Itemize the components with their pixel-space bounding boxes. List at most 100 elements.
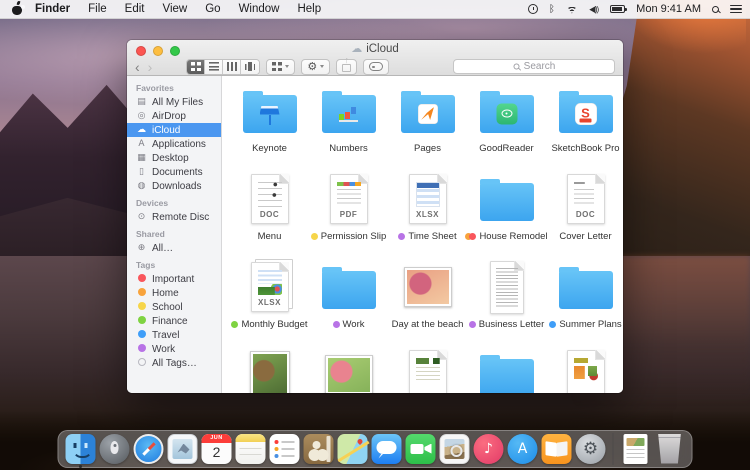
zoom-button[interactable] — [170, 46, 180, 56]
arrange-button[interactable] — [266, 59, 295, 75]
file-time-sheet[interactable]: XLSXTime Sheet — [388, 170, 467, 258]
menu-edit[interactable]: Edit — [116, 0, 154, 19]
sidebar-item-icloud[interactable]: ☁iCloud — [127, 123, 221, 137]
dock-launchpad-icon[interactable] — [100, 434, 130, 464]
menu-window[interactable]: Window — [230, 0, 289, 19]
menu-finder[interactable]: Finder — [33, 0, 79, 19]
bluetooth-icon[interactable]: ᛒ — [549, 4, 555, 15]
spotlight-icon[interactable] — [712, 6, 719, 13]
file-cover-letter[interactable]: DOCCover Letter — [546, 170, 623, 258]
file-icon — [567, 346, 605, 393]
file-day-at-the-beach[interactable]: Day at the beach — [388, 258, 467, 346]
notification-center-icon[interactable] — [730, 5, 742, 14]
folder-icon — [480, 95, 534, 133]
photo-thumbnail — [253, 354, 287, 393]
wifi-icon[interactable] — [566, 5, 578, 14]
time-machine-icon[interactable] — [528, 4, 538, 14]
sidebar-item-label: Downloads — [152, 181, 201, 192]
dock-facetime-icon[interactable] — [406, 434, 436, 464]
menu-go[interactable]: Go — [196, 0, 229, 19]
dock-document-icon[interactable] — [621, 434, 651, 464]
file-house-remodel[interactable]: House Remodel — [467, 170, 546, 258]
dock-mail-icon[interactable] — [168, 434, 198, 464]
window-title: iCloud — [366, 43, 399, 55]
tag-dot-icon — [136, 288, 147, 299]
share-button[interactable] — [336, 59, 357, 75]
tags-button[interactable] — [363, 59, 389, 75]
file-menu[interactable]: DOCMenu — [230, 170, 309, 258]
file-numbers[interactable]: Numbers — [309, 82, 388, 170]
sidebar-item-home[interactable]: Home — [127, 286, 221, 300]
minimize-button[interactable] — [153, 46, 163, 56]
file-item-16[interactable] — [230, 346, 309, 393]
all-my-files-icon: ▤ — [136, 98, 147, 107]
file-item-20[interactable] — [546, 346, 623, 393]
sidebar-item-finance[interactable]: Finance — [127, 314, 221, 328]
file-pages[interactable]: Pages — [388, 82, 467, 170]
sidebar-item-downloads[interactable]: ◍Downloads — [127, 179, 221, 193]
action-button[interactable]: ⚙ — [301, 59, 330, 75]
sidebar-item-all-my-files[interactable]: ▤ All My Files — [127, 95, 221, 109]
file-work[interactable]: Work — [309, 258, 388, 346]
dock-finder-icon[interactable] — [66, 434, 96, 464]
file-permission-slip[interactable]: PDFPermission Slip — [309, 170, 388, 258]
battery-icon[interactable] — [610, 5, 625, 13]
file-monthly-budget[interactable]: XLSXMonthly Budget — [230, 258, 309, 346]
search-input[interactable]: Search — [453, 59, 615, 74]
file-item-18[interactable] — [388, 346, 467, 393]
sidebar-item-travel[interactable]: Travel — [127, 328, 221, 342]
dock-divider — [613, 433, 614, 465]
file-business-letter[interactable]: Business Letter — [467, 258, 546, 346]
sidebar-item-work[interactable]: Work — [127, 342, 221, 356]
sidebar-item-airdrop[interactable]: ◎AirDrop — [127, 109, 221, 123]
document-icon — [567, 350, 605, 393]
menu-help[interactable]: Help — [288, 0, 330, 19]
view-coverflow-button[interactable] — [241, 60, 259, 74]
file-sketchbook-pro[interactable]: SSketchBook Pro — [546, 82, 623, 170]
dock-itunes-icon[interactable]: ♪ — [474, 434, 504, 464]
view-list-button[interactable] — [205, 60, 223, 74]
forward-button[interactable]: › — [148, 60, 153, 74]
view-icons-button[interactable] — [187, 60, 205, 74]
dock-safari-icon[interactable] — [134, 434, 164, 464]
apple-menu-icon[interactable] — [12, 3, 23, 15]
folder-icon: S — [559, 95, 613, 133]
dock-reminders-icon[interactable] — [270, 434, 300, 464]
view-columns-button[interactable] — [223, 60, 241, 74]
file-summer-plans[interactable]: Summer Plans — [546, 258, 623, 346]
dock-messages-icon[interactable] — [372, 434, 402, 464]
close-button[interactable] — [136, 46, 146, 56]
file-item-17[interactable] — [309, 346, 388, 393]
nav-buttons: ‹ › — [135, 60, 152, 74]
sidebar-item-important[interactable]: Important — [127, 272, 221, 286]
dock-system-preferences-icon[interactable]: ⚙ — [576, 434, 606, 464]
sidebar-item-all-tags[interactable]: All Tags… — [127, 356, 221, 370]
dock-ibooks-icon[interactable] — [542, 434, 572, 464]
sidebar-item-applications[interactable]: AApplications — [127, 137, 221, 151]
menu-view[interactable]: View — [154, 0, 197, 19]
sidebar-item-desktop[interactable]: ▦Desktop — [127, 151, 221, 165]
file-tag-dot — [311, 233, 318, 240]
menu-file[interactable]: File — [79, 0, 116, 19]
file-item-19[interactable] — [467, 346, 546, 393]
dock-maps-icon[interactable] — [338, 434, 368, 464]
dock-calendar-icon[interactable]: JUN2 — [202, 434, 232, 464]
dock-preview-icon[interactable] — [440, 434, 470, 464]
file-goodreader[interactable]: GoodReader — [467, 82, 546, 170]
volume-icon[interactable]: ◀)) — [589, 4, 599, 15]
sidebar-item-all[interactable]: ⊕All… — [127, 241, 221, 255]
sidebar-item-label: All My Files — [152, 97, 203, 108]
back-button[interactable]: ‹ — [135, 60, 140, 74]
document-icon: XLSX — [409, 174, 447, 224]
folder-icon — [322, 271, 376, 309]
dock-trash-icon[interactable] — [655, 434, 685, 464]
file-label: Numbers — [329, 143, 368, 154]
file-keynote[interactable]: Keynote — [230, 82, 309, 170]
dock-app-store-icon[interactable]: A — [508, 434, 538, 464]
sidebar-item-remote-disc[interactable]: ⊙Remote Disc — [127, 210, 221, 224]
dock-notes-icon[interactable] — [236, 434, 266, 464]
dock-contacts-icon[interactable] — [304, 434, 334, 464]
menu-bar-clock[interactable]: Mon 9:41 AM — [636, 3, 701, 15]
sidebar-item-documents[interactable]: ▯Documents — [127, 165, 221, 179]
sidebar-item-school[interactable]: School — [127, 300, 221, 314]
